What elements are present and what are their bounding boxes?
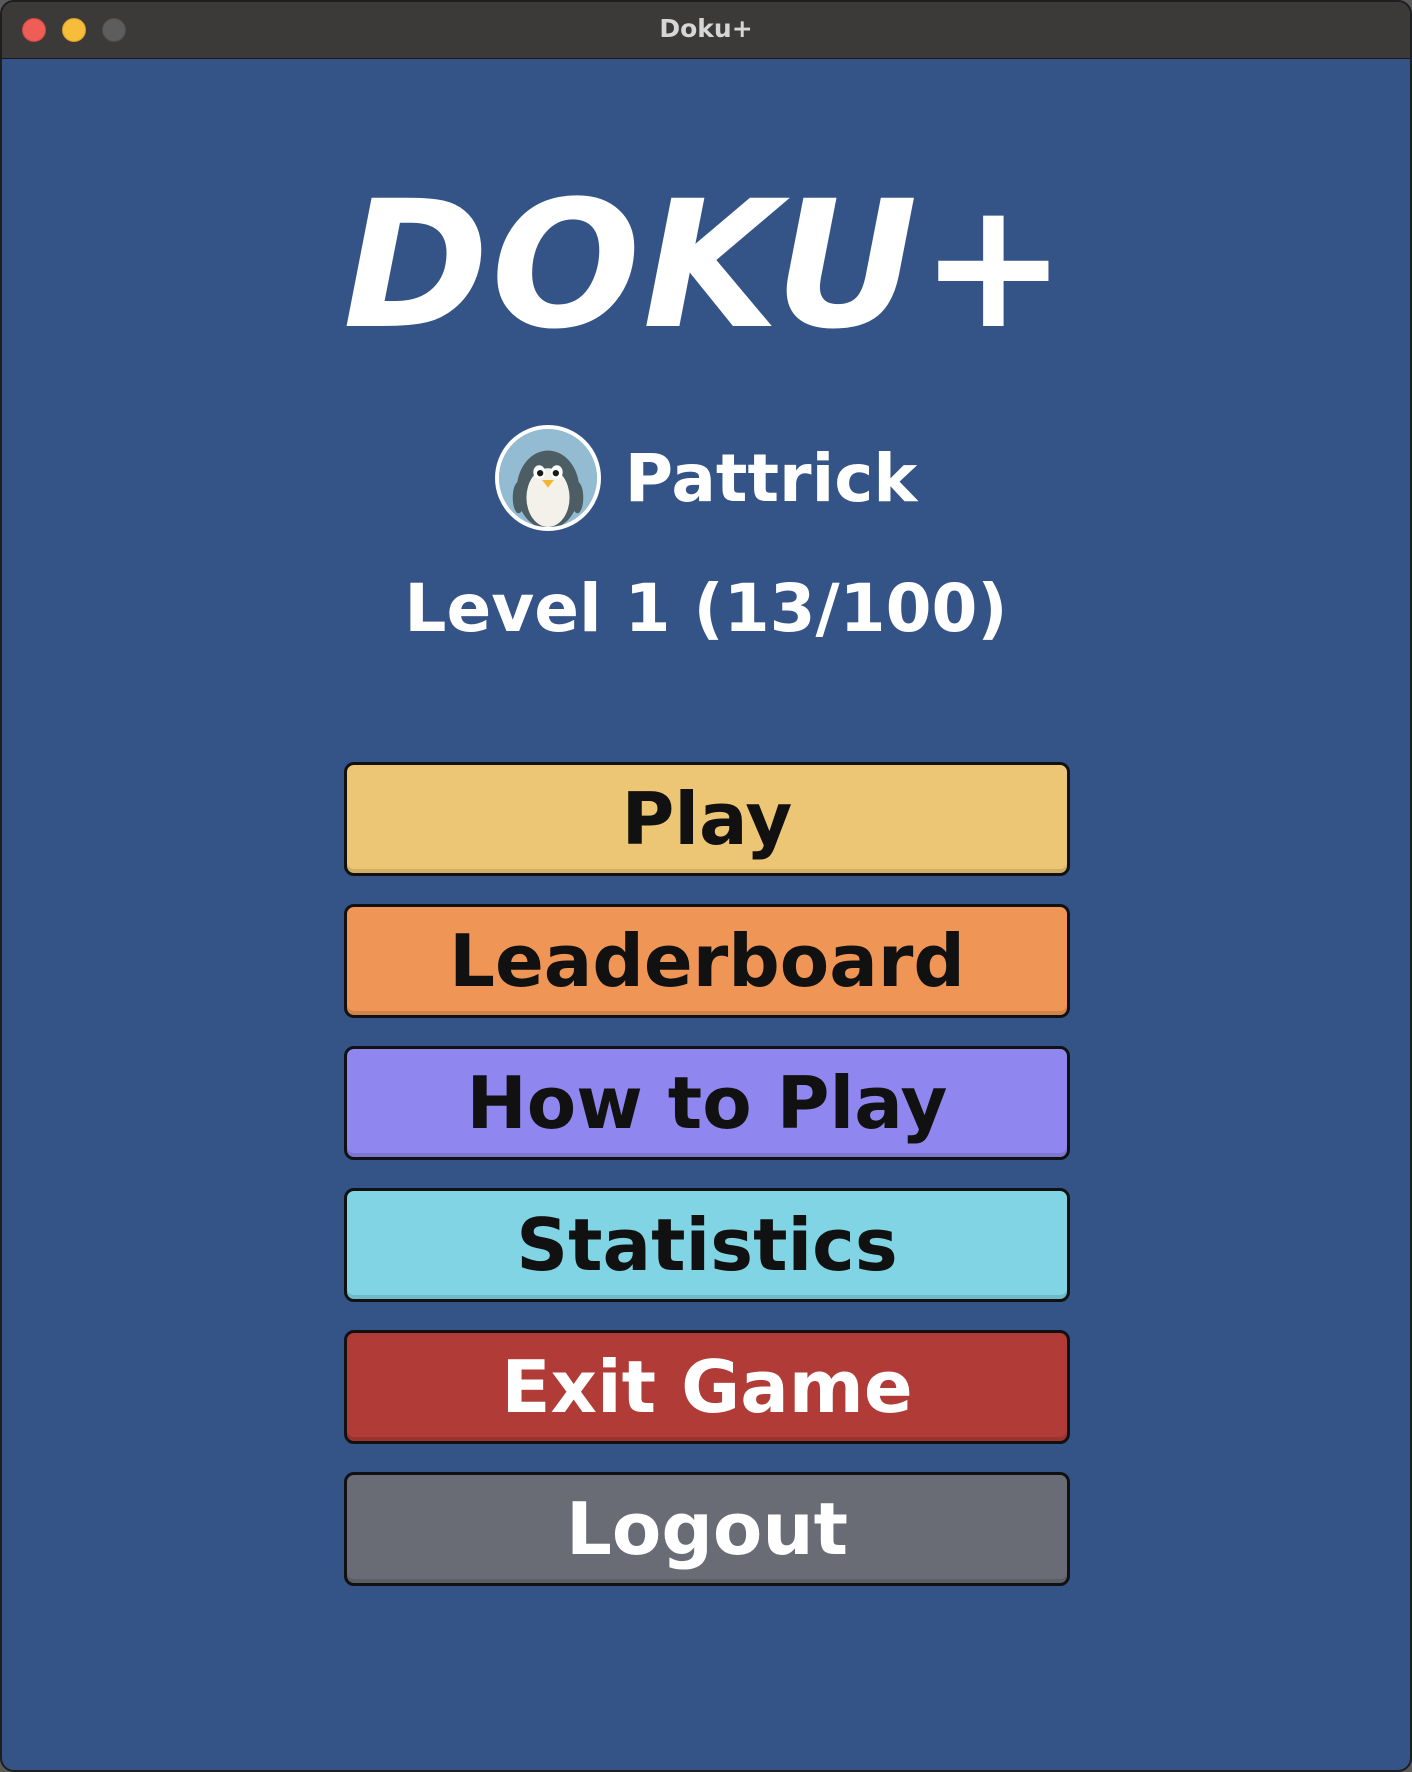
username-label: Pattrick [624, 439, 918, 517]
app-window: Doku+ DOKU+ Pattrick Level 1 (13/100) Pl… [0, 0, 1412, 1772]
statistics-button[interactable]: Statistics [344, 1188, 1070, 1302]
title-bar: Doku+ [2, 2, 1410, 59]
level-progress-label: Level 1 (13/100) [404, 570, 1008, 647]
app-logo: DOKU+ [342, 163, 1070, 368]
penguin-avatar-icon [494, 425, 601, 531]
user-profile: Pattrick [2, 422, 1410, 534]
main-menu-screen: DOKU+ Pattrick Level 1 (13/100) Play Lea… [2, 58, 1410, 1770]
how-to-play-button[interactable]: How to Play [344, 1046, 1070, 1160]
logout-button[interactable]: Logout [344, 1472, 1070, 1586]
exit-game-button[interactable]: Exit Game [344, 1330, 1070, 1444]
main-menu: Play Leaderboard How to Play Statistics … [344, 762, 1070, 1614]
window-title: Doku+ [659, 14, 753, 43]
leaderboard-button[interactable]: Leaderboard [344, 904, 1070, 1018]
play-button[interactable]: Play [344, 762, 1070, 876]
